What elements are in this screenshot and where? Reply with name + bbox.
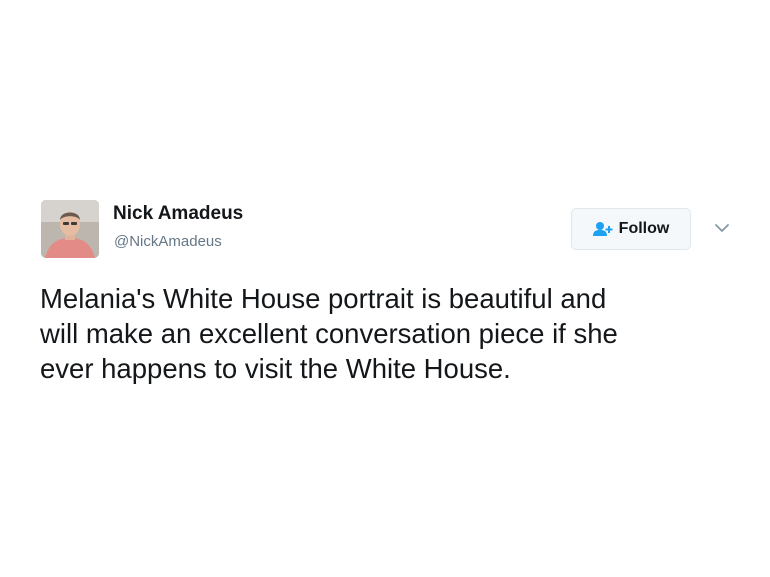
tweet-text-line: Melania's White House portrait is beauti…: [40, 283, 607, 314]
screen-name[interactable]: @NickAmadeus: [114, 233, 222, 250]
tweet-card: Nick Amadeus @NickAmadeus Follow Melania…: [0, 0, 770, 577]
avatar-photo: [41, 200, 99, 258]
tweet-text-line: will make an excellent conversation piec…: [40, 318, 618, 349]
follow-button[interactable]: Follow: [571, 208, 691, 250]
chevron-down-icon[interactable]: [714, 221, 730, 233]
add-user-icon: [592, 221, 613, 237]
tweet-text: Melania's White House portrait is beauti…: [40, 281, 760, 386]
tweet-text-line: ever happens to visit the White House.: [40, 353, 511, 384]
follow-button-label: Follow: [618, 220, 670, 237]
avatar[interactable]: [41, 200, 99, 258]
display-name[interactable]: Nick Amadeus: [113, 203, 243, 225]
